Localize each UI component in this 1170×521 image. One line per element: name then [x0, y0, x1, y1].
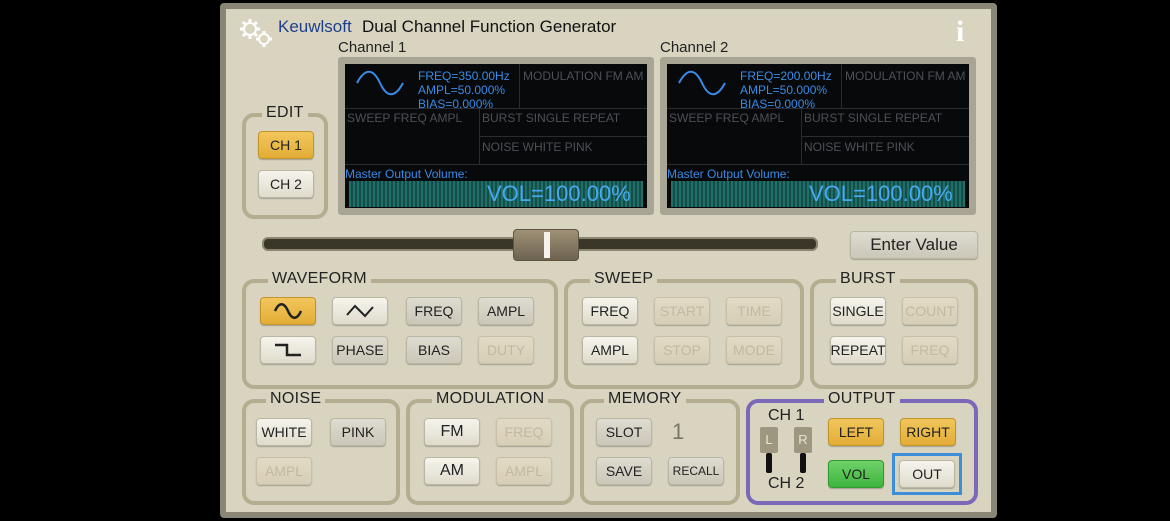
waveform-duty-button[interactable]: DUTY — [478, 336, 534, 364]
waveform-group-label: WAVEFORM — [268, 270, 371, 288]
left-routing-toggle[interactable] — [766, 453, 772, 473]
app-window: Keuwlsoft Dual Channel Function Generato… — [220, 3, 997, 518]
triangle-wave-button[interactable] — [332, 297, 388, 325]
channel-2-label: Channel 2 — [660, 39, 729, 56]
waveform-group — [242, 279, 558, 389]
memory-slot-button[interactable]: SLOT — [596, 418, 652, 446]
sweep-ampl-button[interactable]: AMPL — [582, 336, 638, 364]
sine-icon — [273, 303, 303, 319]
output-vol-button[interactable]: VOL — [828, 460, 884, 488]
burst-count-button[interactable]: COUNT — [902, 297, 958, 325]
channel-right-switch[interactable]: R — [794, 427, 812, 453]
noise-ampl-button[interactable]: AMPL — [256, 457, 312, 485]
sweep-mode-button[interactable]: MODE — [726, 336, 782, 364]
modulation-am-button[interactable]: AM — [424, 457, 480, 485]
sweep-status: SWEEP FREQ AMPL — [347, 111, 463, 125]
sine-wave-icon — [356, 70, 404, 96]
edit-ch2-button[interactable]: CH 2 — [258, 170, 314, 198]
output-right-button[interactable]: RIGHT — [900, 418, 956, 446]
modulation-status: MODULATION FM AM — [523, 69, 644, 83]
settings-gear-icon[interactable] — [236, 17, 276, 49]
sine-wave-button[interactable] — [260, 297, 316, 325]
waveform-ampl-button[interactable]: AMPL — [478, 297, 534, 325]
sweep-group-label: SWEEP — [590, 270, 658, 288]
ampl-readout: AMPL=50.000% — [418, 83, 506, 97]
channel-2-display: FREQ=200.00Hz AMPL=50.000% BIAS=0.000% M… — [660, 57, 976, 215]
sweep-freq-button[interactable]: FREQ — [582, 297, 638, 325]
memory-save-button[interactable]: SAVE — [596, 457, 652, 485]
waveform-bias-button[interactable]: BIAS — [406, 336, 462, 364]
app-title: Dual Channel Function Generator — [362, 17, 617, 36]
sine-wave-icon — [678, 70, 726, 96]
output-group-label: OUTPUT — [824, 390, 900, 408]
sweep-status: SWEEP FREQ AMPL — [669, 111, 785, 125]
sweep-start-button[interactable]: START — [654, 297, 710, 325]
burst-repeat-button[interactable]: REPEAT — [830, 336, 886, 364]
channel-1-display: FREQ=350.00Hz AMPL=50.000% BIAS=0.000% M… — [338, 57, 654, 215]
waveform-phase-button[interactable]: PHASE — [332, 336, 388, 364]
burst-status: BURST SINGLE REPEAT — [804, 111, 943, 125]
waveform-freq-button[interactable]: FREQ — [406, 297, 462, 325]
burst-single-button[interactable]: SINGLE — [830, 297, 886, 325]
ampl-readout: AMPL=50.000% — [740, 83, 828, 97]
burst-group — [810, 279, 978, 389]
memory-group-label: MEMORY — [604, 390, 686, 408]
output-ch2-label: CH 2 — [768, 475, 805, 492]
square-icon — [275, 343, 301, 357]
edit-group-label: EDIT — [262, 104, 308, 122]
square-wave-button[interactable] — [260, 336, 316, 364]
channel-1-label: Channel 1 — [338, 39, 407, 56]
memory-group — [580, 399, 740, 505]
noise-group-label: NOISE — [266, 390, 326, 408]
noise-status: NOISE WHITE PINK — [804, 140, 915, 154]
sweep-stop-button[interactable]: STOP — [654, 336, 710, 364]
edit-group — [242, 113, 328, 219]
memory-recall-button[interactable]: RECALL — [668, 457, 724, 485]
triangle-icon — [346, 304, 374, 318]
master-volume-label: Master Output Volume: — [345, 167, 468, 181]
enter-value-button[interactable]: Enter Value — [850, 231, 978, 259]
output-left-button[interactable]: LEFT — [828, 418, 884, 446]
memory-slot-number: 1 — [672, 419, 685, 444]
modulation-fm-button[interactable]: FM — [424, 418, 480, 446]
brand-name: Keuwlsoft — [278, 17, 352, 36]
noise-pink-button[interactable]: PINK — [330, 418, 386, 446]
sweep-group — [564, 279, 804, 389]
output-ch1-label: CH 1 — [768, 407, 805, 424]
modulation-ampl-button[interactable]: AMPL — [496, 457, 552, 485]
edit-ch1-button[interactable]: CH 1 — [258, 131, 314, 159]
modulation-group — [406, 399, 574, 505]
modulation-status: MODULATION FM AM — [845, 69, 966, 83]
noise-group — [242, 399, 400, 505]
sweep-time-button[interactable]: TIME — [726, 297, 782, 325]
master-volume-label: Master Output Volume: — [667, 167, 790, 181]
freq-readout: FREQ=350.00Hz — [418, 69, 510, 83]
noise-status: NOISE WHITE PINK — [482, 140, 593, 154]
burst-freq-button[interactable]: FREQ — [902, 336, 958, 364]
freq-readout: FREQ=200.00Hz — [740, 69, 832, 83]
modulation-group-label: MODULATION — [432, 390, 549, 408]
value-slider-thumb[interactable] — [512, 229, 579, 261]
volume-readout: VOL=100.00% — [809, 181, 953, 206]
channel-left-switch[interactable]: L — [760, 427, 778, 453]
burst-group-label: BURST — [836, 270, 900, 288]
burst-status: BURST SINGLE REPEAT — [482, 111, 621, 125]
noise-white-button[interactable]: WHITE — [256, 418, 312, 446]
modulation-freq-button[interactable]: FREQ — [496, 418, 552, 446]
volume-readout: VOL=100.00% — [487, 181, 631, 206]
info-icon[interactable]: i — [956, 17, 964, 47]
output-out-button[interactable]: OUT — [899, 460, 955, 488]
right-routing-toggle[interactable] — [800, 453, 806, 473]
